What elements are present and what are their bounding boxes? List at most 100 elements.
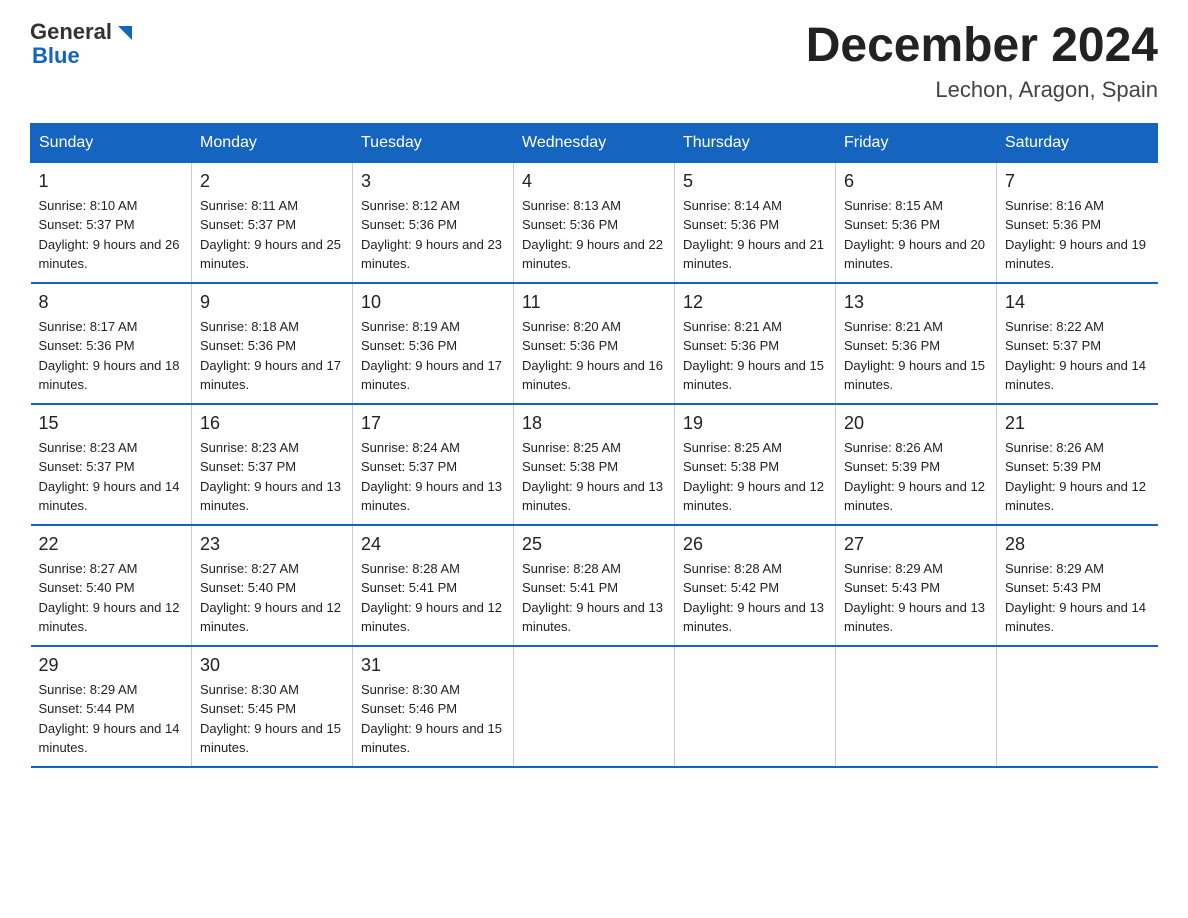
day-info: Sunrise: 8:18 AM Sunset: 5:36 PM Dayligh… (200, 317, 344, 395)
day-number: 31 (361, 655, 505, 676)
day-info: Sunrise: 8:26 AM Sunset: 5:39 PM Dayligh… (844, 438, 988, 516)
day-info: Sunrise: 8:25 AM Sunset: 5:38 PM Dayligh… (683, 438, 827, 516)
calendar-cell (675, 646, 836, 767)
calendar-cell: 7 Sunrise: 8:16 AM Sunset: 5:36 PM Dayli… (997, 162, 1158, 283)
calendar-table: SundayMondayTuesdayWednesdayThursdayFrid… (30, 123, 1158, 768)
header-day-wednesday: Wednesday (514, 123, 675, 162)
day-number: 25 (522, 534, 666, 555)
page-header: General Blue December 2024 Lechon, Arago… (30, 20, 1158, 103)
day-number: 6 (844, 171, 988, 192)
day-info: Sunrise: 8:17 AM Sunset: 5:36 PM Dayligh… (39, 317, 184, 395)
day-number: 27 (844, 534, 988, 555)
calendar-cell: 28 Sunrise: 8:29 AM Sunset: 5:43 PM Dayl… (997, 525, 1158, 646)
day-number: 8 (39, 292, 184, 313)
calendar-body: 1 Sunrise: 8:10 AM Sunset: 5:37 PM Dayli… (31, 162, 1158, 767)
week-row: 22 Sunrise: 8:27 AM Sunset: 5:40 PM Dayl… (31, 525, 1158, 646)
day-number: 30 (200, 655, 344, 676)
calendar-cell: 20 Sunrise: 8:26 AM Sunset: 5:39 PM Dayl… (836, 404, 997, 525)
day-number: 28 (1005, 534, 1150, 555)
day-info: Sunrise: 8:27 AM Sunset: 5:40 PM Dayligh… (200, 559, 344, 637)
calendar-cell (836, 646, 997, 767)
calendar-cell: 22 Sunrise: 8:27 AM Sunset: 5:40 PM Dayl… (31, 525, 192, 646)
day-number: 1 (39, 171, 184, 192)
calendar-cell: 19 Sunrise: 8:25 AM Sunset: 5:38 PM Dayl… (675, 404, 836, 525)
day-info: Sunrise: 8:27 AM Sunset: 5:40 PM Dayligh… (39, 559, 184, 637)
day-number: 20 (844, 413, 988, 434)
calendar-cell (514, 646, 675, 767)
day-info: Sunrise: 8:29 AM Sunset: 5:44 PM Dayligh… (39, 680, 184, 758)
day-info: Sunrise: 8:22 AM Sunset: 5:37 PM Dayligh… (1005, 317, 1150, 395)
day-number: 7 (1005, 171, 1150, 192)
day-number: 14 (1005, 292, 1150, 313)
week-row: 29 Sunrise: 8:29 AM Sunset: 5:44 PM Dayl… (31, 646, 1158, 767)
calendar-cell: 29 Sunrise: 8:29 AM Sunset: 5:44 PM Dayl… (31, 646, 192, 767)
calendar-cell: 26 Sunrise: 8:28 AM Sunset: 5:42 PM Dayl… (675, 525, 836, 646)
week-row: 1 Sunrise: 8:10 AM Sunset: 5:37 PM Dayli… (31, 162, 1158, 283)
day-info: Sunrise: 8:26 AM Sunset: 5:39 PM Dayligh… (1005, 438, 1150, 516)
calendar-cell: 17 Sunrise: 8:24 AM Sunset: 5:37 PM Dayl… (353, 404, 514, 525)
calendar-cell: 2 Sunrise: 8:11 AM Sunset: 5:37 PM Dayli… (192, 162, 353, 283)
day-number: 4 (522, 171, 666, 192)
day-info: Sunrise: 8:28 AM Sunset: 5:41 PM Dayligh… (361, 559, 505, 637)
calendar-cell: 15 Sunrise: 8:23 AM Sunset: 5:37 PM Dayl… (31, 404, 192, 525)
logo-triangle-icon (114, 22, 136, 44)
calendar-cell: 4 Sunrise: 8:13 AM Sunset: 5:36 PM Dayli… (514, 162, 675, 283)
header-day-thursday: Thursday (675, 123, 836, 162)
day-number: 22 (39, 534, 184, 555)
day-info: Sunrise: 8:28 AM Sunset: 5:41 PM Dayligh… (522, 559, 666, 637)
calendar-header: SundayMondayTuesdayWednesdayThursdayFrid… (31, 123, 1158, 162)
day-number: 29 (39, 655, 184, 676)
calendar-cell: 27 Sunrise: 8:29 AM Sunset: 5:43 PM Dayl… (836, 525, 997, 646)
day-number: 18 (522, 413, 666, 434)
calendar-cell: 12 Sunrise: 8:21 AM Sunset: 5:36 PM Dayl… (675, 283, 836, 404)
day-number: 16 (200, 413, 344, 434)
day-info: Sunrise: 8:29 AM Sunset: 5:43 PM Dayligh… (844, 559, 988, 637)
header-day-saturday: Saturday (997, 123, 1158, 162)
calendar-cell (997, 646, 1158, 767)
calendar-cell: 14 Sunrise: 8:22 AM Sunset: 5:37 PM Dayl… (997, 283, 1158, 404)
day-number: 12 (683, 292, 827, 313)
calendar-cell: 18 Sunrise: 8:25 AM Sunset: 5:38 PM Dayl… (514, 404, 675, 525)
week-row: 8 Sunrise: 8:17 AM Sunset: 5:36 PM Dayli… (31, 283, 1158, 404)
day-info: Sunrise: 8:25 AM Sunset: 5:38 PM Dayligh… (522, 438, 666, 516)
day-number: 9 (200, 292, 344, 313)
month-title: December 2024 (806, 20, 1158, 73)
calendar-cell: 13 Sunrise: 8:21 AM Sunset: 5:36 PM Dayl… (836, 283, 997, 404)
calendar-cell: 8 Sunrise: 8:17 AM Sunset: 5:36 PM Dayli… (31, 283, 192, 404)
calendar-cell: 3 Sunrise: 8:12 AM Sunset: 5:36 PM Dayli… (353, 162, 514, 283)
day-number: 23 (200, 534, 344, 555)
logo: General Blue (30, 20, 136, 68)
calendar-cell: 30 Sunrise: 8:30 AM Sunset: 5:45 PM Dayl… (192, 646, 353, 767)
logo-general: General (30, 20, 112, 44)
calendar-cell: 1 Sunrise: 8:10 AM Sunset: 5:37 PM Dayli… (31, 162, 192, 283)
day-number: 24 (361, 534, 505, 555)
day-info: Sunrise: 8:15 AM Sunset: 5:36 PM Dayligh… (844, 196, 988, 274)
header-day-friday: Friday (836, 123, 997, 162)
day-info: Sunrise: 8:14 AM Sunset: 5:36 PM Dayligh… (683, 196, 827, 274)
calendar-cell: 16 Sunrise: 8:23 AM Sunset: 5:37 PM Dayl… (192, 404, 353, 525)
day-info: Sunrise: 8:19 AM Sunset: 5:36 PM Dayligh… (361, 317, 505, 395)
day-number: 15 (39, 413, 184, 434)
calendar-cell: 9 Sunrise: 8:18 AM Sunset: 5:36 PM Dayli… (192, 283, 353, 404)
calendar-cell: 21 Sunrise: 8:26 AM Sunset: 5:39 PM Dayl… (997, 404, 1158, 525)
day-info: Sunrise: 8:20 AM Sunset: 5:36 PM Dayligh… (522, 317, 666, 395)
day-info: Sunrise: 8:23 AM Sunset: 5:37 PM Dayligh… (200, 438, 344, 516)
day-number: 13 (844, 292, 988, 313)
day-info: Sunrise: 8:30 AM Sunset: 5:46 PM Dayligh… (361, 680, 505, 758)
day-number: 17 (361, 413, 505, 434)
calendar-cell: 25 Sunrise: 8:28 AM Sunset: 5:41 PM Dayl… (514, 525, 675, 646)
calendar-cell: 6 Sunrise: 8:15 AM Sunset: 5:36 PM Dayli… (836, 162, 997, 283)
day-info: Sunrise: 8:10 AM Sunset: 5:37 PM Dayligh… (39, 196, 184, 274)
day-number: 19 (683, 413, 827, 434)
location: Lechon, Aragon, Spain (806, 77, 1158, 103)
week-row: 15 Sunrise: 8:23 AM Sunset: 5:37 PM Dayl… (31, 404, 1158, 525)
calendar-cell: 10 Sunrise: 8:19 AM Sunset: 5:36 PM Dayl… (353, 283, 514, 404)
day-info: Sunrise: 8:21 AM Sunset: 5:36 PM Dayligh… (844, 317, 988, 395)
header-day-tuesday: Tuesday (353, 123, 514, 162)
header-row: SundayMondayTuesdayWednesdayThursdayFrid… (31, 123, 1158, 162)
day-info: Sunrise: 8:16 AM Sunset: 5:36 PM Dayligh… (1005, 196, 1150, 274)
day-info: Sunrise: 8:13 AM Sunset: 5:36 PM Dayligh… (522, 196, 666, 274)
day-info: Sunrise: 8:21 AM Sunset: 5:36 PM Dayligh… (683, 317, 827, 395)
day-info: Sunrise: 8:28 AM Sunset: 5:42 PM Dayligh… (683, 559, 827, 637)
logo-blue: Blue (32, 44, 136, 68)
